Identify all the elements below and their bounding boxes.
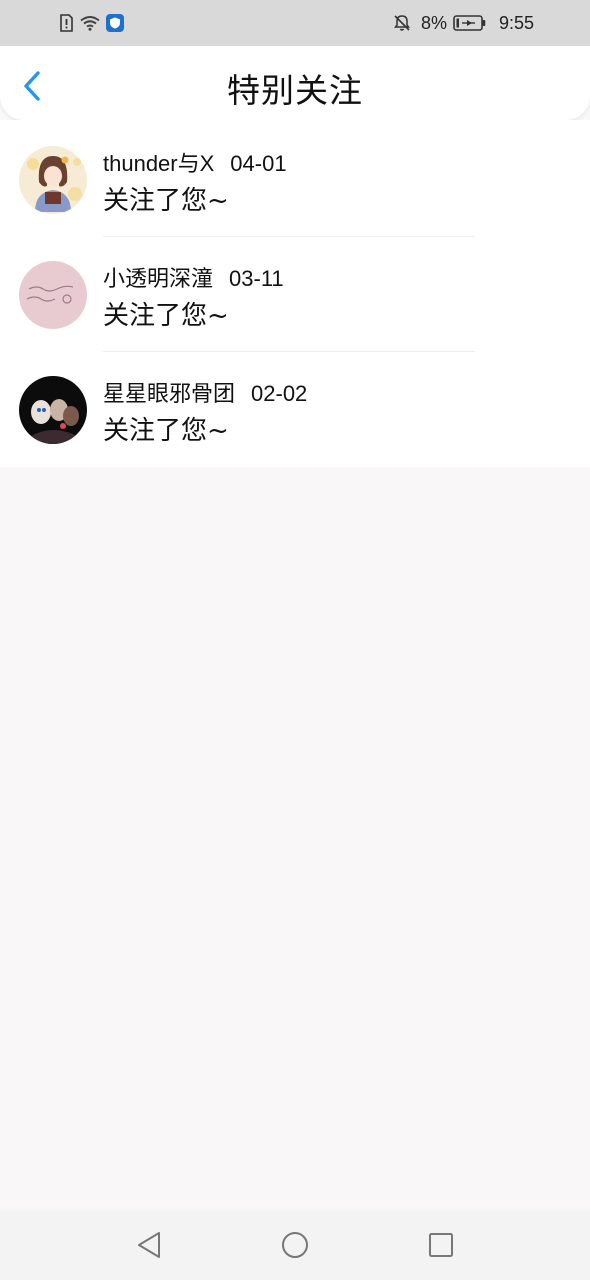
user-name[interactable]: 星星眼邪骨团 xyxy=(103,376,235,408)
page-title: 特别关注 xyxy=(227,71,363,110)
item-message: 关注了您~ xyxy=(103,186,229,216)
circle-home-icon xyxy=(282,1232,308,1258)
list-item[interactable]: 星星眼邪骨团 02-02 关注了您~ xyxy=(0,352,590,467)
notification-list: thunder与X 04-01 关注了您~ 小透明深潼 03-11 关注了您~ xyxy=(0,120,590,467)
status-left xyxy=(58,14,130,32)
nav-recents-button[interactable] xyxy=(421,1225,461,1265)
wifi-icon xyxy=(80,15,100,31)
square-recents-icon xyxy=(429,1233,453,1257)
avatar[interactable] xyxy=(19,146,87,214)
item-date: 03-11 xyxy=(229,266,284,291)
user-name[interactable]: thunder与X xyxy=(103,146,214,178)
avatar[interactable] xyxy=(19,261,87,329)
status-right: 8% 9:55 xyxy=(393,13,534,34)
shield-app-icon xyxy=(106,14,124,32)
battery-icon xyxy=(453,14,487,32)
list-item[interactable]: 小透明深潼 03-11 关注了您~ xyxy=(0,237,590,352)
item-header: thunder与X 04-01 xyxy=(103,146,287,178)
user-name[interactable]: 小透明深潼 xyxy=(103,261,213,293)
item-header: 小透明深潼 03-11 xyxy=(103,261,284,293)
bell-off-icon xyxy=(393,14,411,32)
nav-back-button[interactable] xyxy=(129,1225,169,1265)
system-nav-bar xyxy=(0,1210,590,1280)
list-item[interactable]: thunder与X 04-01 关注了您~ xyxy=(0,122,590,237)
header: 特别关注 xyxy=(0,46,590,120)
triangle-back-icon xyxy=(138,1232,160,1258)
battery-percent: 8% xyxy=(420,12,447,33)
status-bar: 8% 9:55 xyxy=(0,0,590,46)
clock: 9:55 xyxy=(498,12,534,33)
item-message: 关注了您~ xyxy=(103,301,229,331)
nav-home-button[interactable] xyxy=(275,1225,315,1265)
item-header: 星星眼邪骨团 02-02 xyxy=(103,376,307,408)
item-message: 关注了您~ xyxy=(103,416,229,446)
item-date: 02-02 xyxy=(251,381,308,406)
avatar[interactable] xyxy=(19,376,87,444)
sim-alert-icon xyxy=(58,14,74,32)
item-date: 04-01 xyxy=(230,151,287,176)
